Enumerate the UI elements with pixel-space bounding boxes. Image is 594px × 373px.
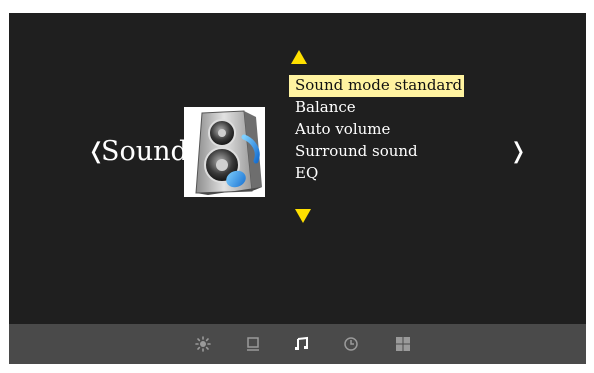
sound-options-list: Sound mode standard Balance Auto volume … — [289, 75, 465, 185]
menu-area: ❬ Sound Sound mode standard Balance Auto… — [9, 13, 586, 324]
option-sound-mode[interactable]: Sound mode standard — [289, 75, 465, 97]
option-auto-volume[interactable]: Auto volume — [289, 119, 392, 141]
tv-menu-screen: ❬ Sound Sound mode standard Balance Auto… — [9, 13, 586, 364]
option-eq[interactable]: EQ — [289, 163, 320, 185]
category-tab-bar — [9, 324, 586, 364]
category-title: Sound — [101, 136, 188, 167]
grid-icon — [396, 337, 410, 351]
scroll-down-icon[interactable] — [295, 209, 311, 223]
scroll-up-icon[interactable] — [291, 50, 307, 64]
tab-screen[interactable] — [243, 334, 263, 354]
tab-sound[interactable] — [292, 334, 312, 354]
brightness-icon — [195, 336, 211, 352]
speaker-icon — [184, 107, 265, 197]
music-note-icon — [295, 336, 308, 350]
option-balance[interactable]: Balance — [289, 97, 358, 119]
clock-icon — [344, 337, 358, 351]
tab-picture[interactable] — [193, 334, 213, 354]
tab-apps[interactable] — [393, 334, 413, 354]
next-category-button[interactable]: ❭ — [509, 141, 527, 163]
option-surround-sound[interactable]: Surround sound — [289, 141, 420, 163]
tab-time[interactable] — [341, 334, 361, 354]
screen-icon — [247, 337, 259, 351]
